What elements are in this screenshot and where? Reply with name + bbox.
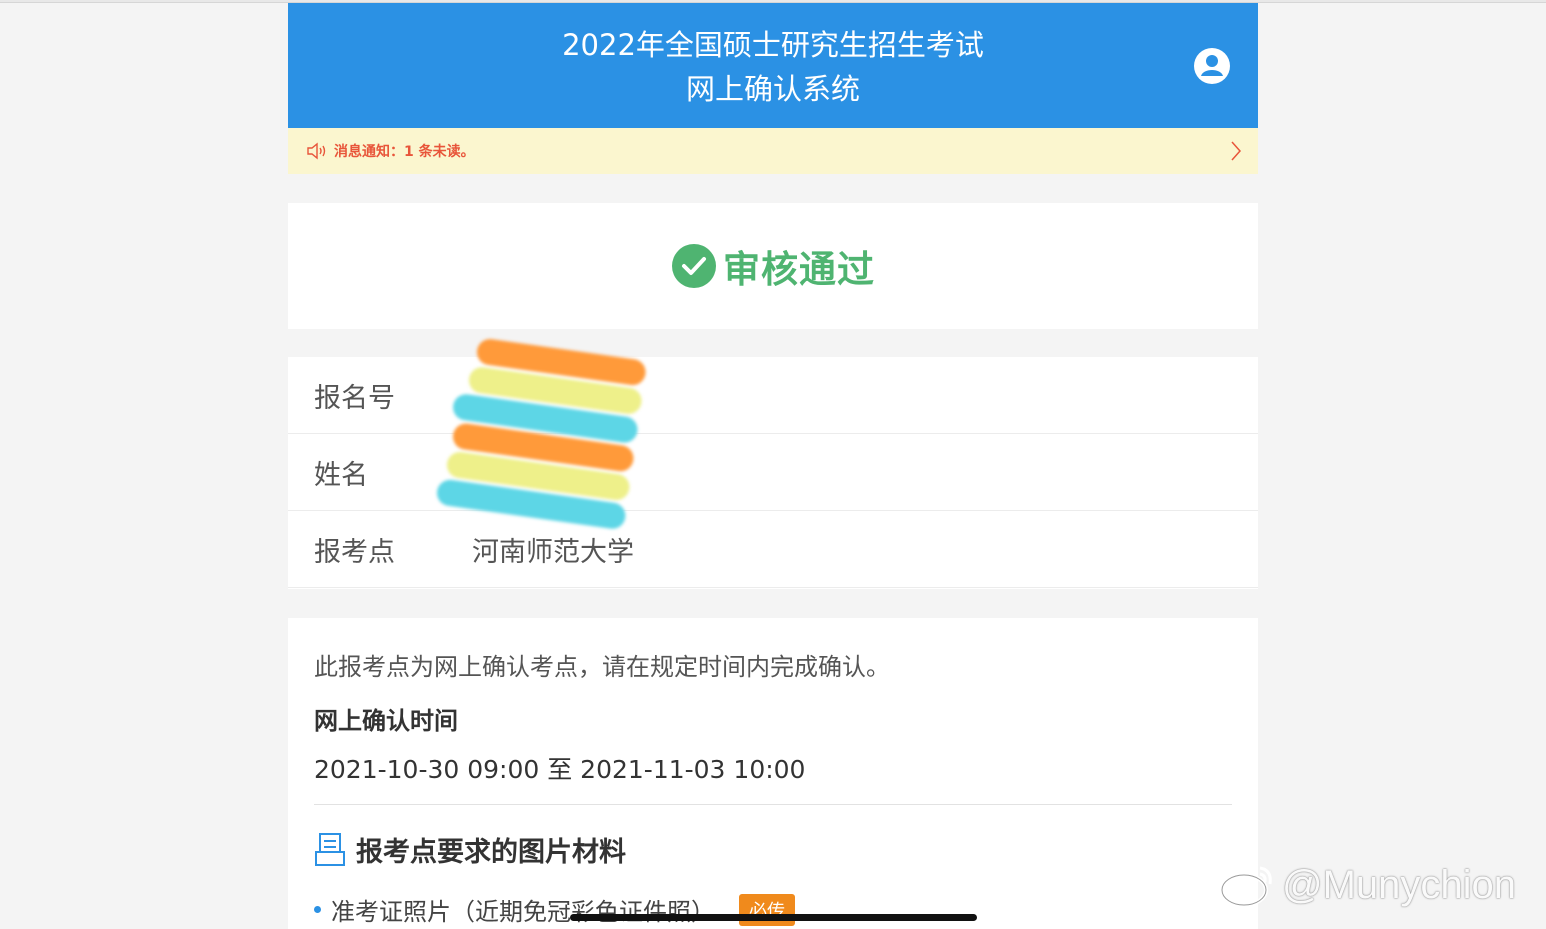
confirmation-page: 2022年全国硕士研究生招生考试 网上确认系统 消息通知：1 条未读。 审核通过… [288, 3, 1258, 929]
divider [314, 804, 1232, 805]
confirmation-time-heading: 网上确认时间 [314, 707, 458, 735]
confirmation-time-range: 2021-10-30 09:00 至 2021-11-03 10:00 [314, 755, 806, 784]
watermark-text: @Munychion [1282, 862, 1517, 907]
chevron-right-icon[interactable] [1228, 140, 1244, 162]
check-circle-icon [672, 244, 716, 288]
user-circle-icon[interactable] [1193, 47, 1231, 85]
header-title-line2: 网上确认系统 [685, 72, 860, 106]
notice-text: 消息通知：1 条未读。 [334, 144, 475, 160]
app-header: 2022年全国硕士研究生招生考试 网上确认系统 [288, 3, 1258, 128]
status-text: 审核通过 [723, 248, 875, 291]
bullet-icon [314, 906, 321, 913]
materials-heading: 报考点要求的图片材料 [356, 837, 626, 868]
notice-bar[interactable]: 消息通知：1 条未读。 [288, 128, 1258, 174]
materials-section-heading: 报考点要求的图片材料 [314, 830, 626, 869]
info-value: 河南师范大学 [472, 536, 634, 568]
info-row-exam-site: 报考点 河南师范大学 [288, 511, 1258, 588]
redaction-scribble [435, 335, 648, 535]
info-row-name: 姓名 [288, 434, 1258, 511]
document-icon [315, 832, 345, 866]
header-title-line1: 2022年全国硕士研究生招生考试 [562, 28, 984, 62]
info-card: 报名号 姓名 报考点 河南师范大学 [288, 337, 1258, 589]
home-indicator [570, 914, 977, 921]
info-label: 报考点 [314, 536, 395, 568]
material-item[interactable]: 准考证照片（近期免冠彩色证件照） 必传 [314, 892, 795, 927]
speaker-icon [307, 142, 326, 160]
material-label: 准考证照片（近期免冠彩色证件照） [331, 898, 715, 926]
info-row-registration-number: 报名号 [288, 357, 1258, 434]
watermark: @Munychion [1218, 860, 1516, 910]
status-card: 审核通过 [288, 203, 1258, 329]
weibo-icon [1220, 866, 1272, 907]
confirmation-detail-card: 此报考点为网上确认考点，请在规定时间内完成确认。 网上确认时间 2021-10-… [288, 618, 1258, 929]
site-note: 此报考点为网上确认考点，请在规定时间内完成确认。 [314, 653, 890, 681]
